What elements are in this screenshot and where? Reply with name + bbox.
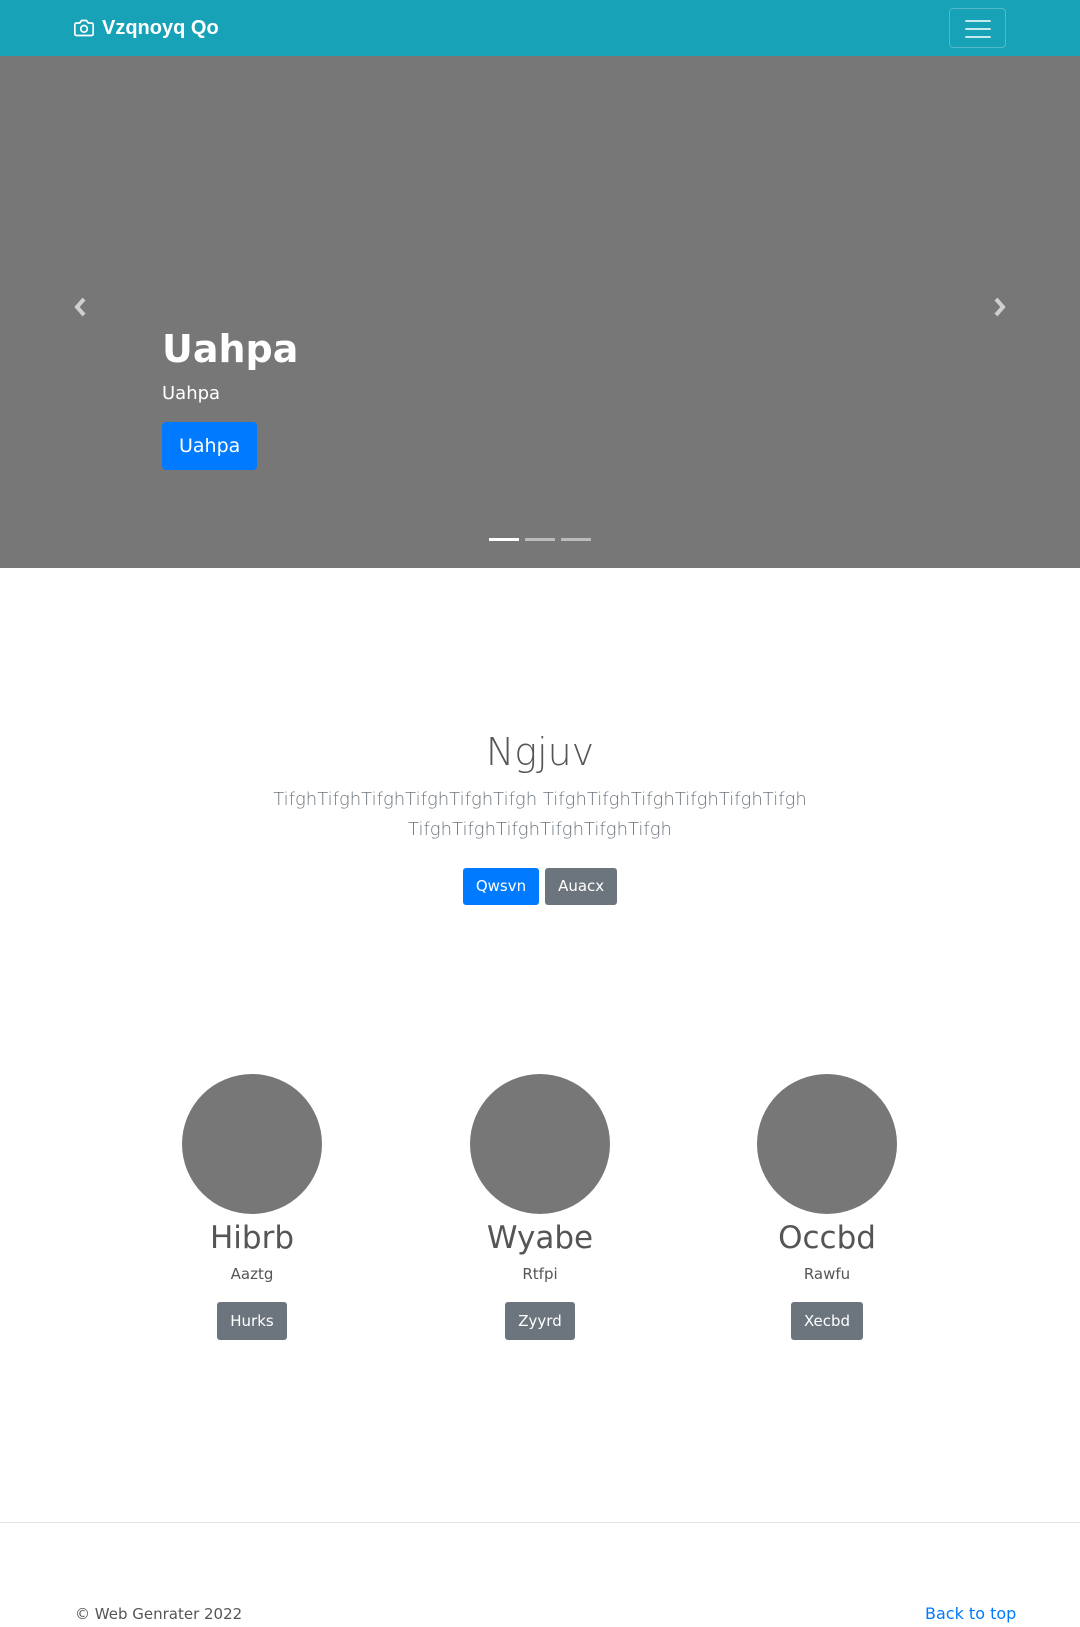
brand-name: Vzqnoyq Qo (102, 16, 219, 39)
navbar-toggle-button[interactable] (949, 8, 1006, 48)
carousel-next-button[interactable] (984, 294, 1014, 324)
feature-image-placeholder (182, 1074, 322, 1214)
intro-secondary-button[interactable]: Auacx (545, 868, 618, 905)
carousel-caption: Uahpa Uahpa Uahpa (162, 326, 298, 470)
footer-divider (0, 1522, 1080, 1523)
feature-text: Rawfu (803, 1265, 851, 1283)
intro-section: Ngjuv (0, 728, 1080, 776)
carousel-prev-button[interactable] (66, 294, 96, 324)
intro-lead-line-2: TifghTifghTifghTifghTifghTifgh (408, 819, 672, 840)
feature-card: Hibrb Aaztg Hurks (112, 1074, 392, 1340)
feature-image-placeholder (470, 1074, 610, 1214)
intro-lead: TifghTifghTifghTifghTifghTifgh TifghTifg… (270, 785, 810, 845)
feature-button[interactable]: Hurks (217, 1302, 287, 1340)
feature-text: Aaztg (230, 1265, 274, 1283)
chevron-right-icon (991, 297, 1007, 322)
carousel-title: Uahpa (162, 327, 299, 371)
brand-link[interactable]: Vzqnoyq Qo (74, 14, 219, 42)
intro-primary-button[interactable]: Qwsvn (462, 868, 540, 905)
carousel-subtitle: Uahpa (162, 383, 221, 404)
feature-title: Occbd (778, 1220, 876, 1256)
feature-text: Rtfpi (522, 1265, 558, 1283)
carousel-indicators (489, 538, 591, 541)
feature-card: Wyabe Rtfpi Zyyrd (400, 1074, 680, 1340)
intro-lead-line-1: TifghTifghTifghTifghTifghTifgh TifghTifg… (273, 789, 807, 810)
feature-image-placeholder (757, 1074, 897, 1214)
feature-title: Hibrb (209, 1220, 295, 1256)
chevron-left-icon (73, 297, 89, 322)
feature-card: Occbd Rawfu Xecbd (687, 1074, 967, 1340)
feature-button[interactable]: Xecbd (790, 1302, 864, 1340)
intro-buttons: Qwsvn Auacx (0, 868, 1080, 905)
hero-carousel: Uahpa Uahpa Uahpa (0, 56, 1080, 568)
camera-icon (74, 18, 94, 38)
feature-button[interactable]: Zyyrd (505, 1302, 575, 1340)
feature-title: Wyabe (486, 1220, 594, 1256)
footer-copyright: © Web Genrater 2022 (75, 1605, 243, 1623)
carousel-cta-button[interactable]: Uahpa (162, 422, 258, 470)
back-to-top-link[interactable]: Back to top (925, 1604, 1016, 1624)
intro-heading: Ngjuv (485, 730, 595, 774)
carousel-indicator-3[interactable] (561, 538, 591, 541)
carousel-indicator-2[interactable] (525, 538, 555, 541)
carousel-indicator-1[interactable] (489, 538, 519, 541)
navbar: Vzqnoyq Qo (0, 0, 1080, 56)
hamburger-menu-icon (965, 20, 991, 38)
